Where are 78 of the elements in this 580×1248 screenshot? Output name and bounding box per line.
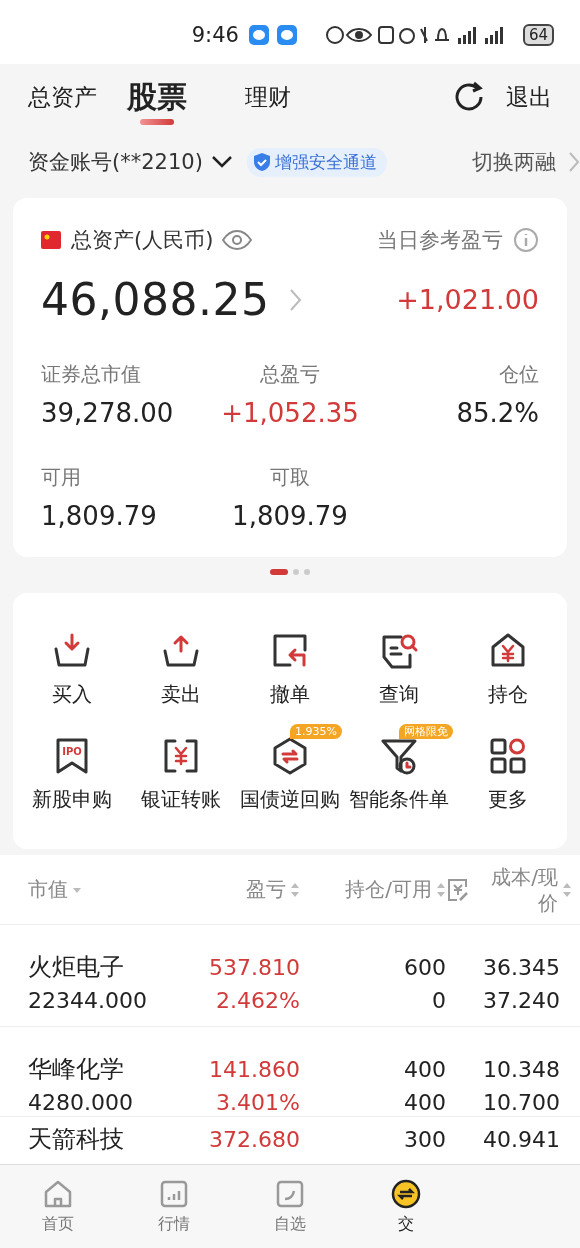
battery-level: 64 <box>522 24 554 46</box>
table-cell-text: 141.860 <box>208 1056 300 1084</box>
table-cell-text: 300 <box>403 1126 446 1154</box>
table-cell-text: 400 <box>403 1089 446 1117</box>
table-cell-text: 10.348 <box>482 1056 560 1084</box>
nav-tab[interactable]: 交 <box>348 1165 464 1248</box>
chevron-right-icon[interactable] <box>289 287 304 312</box>
status-time: 9:46 <box>191 23 239 47</box>
daily-pnl-value: +1,021.00 <box>396 284 539 315</box>
table-cell-text: 372.680 <box>208 1126 300 1154</box>
square-curve-icon <box>274 1178 306 1210</box>
account-selector[interactable]: 资金账号(**2210) <box>28 148 233 176</box>
stock-name: 华峰化学 <box>28 1054 125 1085</box>
menu-item[interactable]: 1.935% 国债逆回购 <box>235 722 345 813</box>
total-assets-value: 46,088.25 <box>41 274 270 325</box>
table-cell-text: 0 <box>431 987 446 1015</box>
table-cell-text: 37.240 <box>482 987 560 1015</box>
grid-icon <box>488 736 529 776</box>
stat-label: 可用 <box>41 464 81 491</box>
table-cell-text: 4280.000 <box>28 1089 134 1117</box>
table-cell-text: 537.810 <box>208 954 300 982</box>
header-tab[interactable]: 理财 <box>245 67 291 127</box>
ipo-label: IPO <box>61 746 82 757</box>
table-cell-text: 600 <box>403 954 446 982</box>
column-header[interactable]: 市值 <box>28 876 68 903</box>
stat-value: 1,809.79 <box>41 501 157 531</box>
menu-item[interactable]: IPO 新股申购 <box>17 722 127 813</box>
header-tab[interactable]: 总资产 <box>28 67 97 127</box>
table-cell-text: 40.941 <box>482 1126 560 1154</box>
menu-item[interactable]: 更多 <box>453 722 563 813</box>
menu-item[interactable]: 撤单 <box>235 617 345 708</box>
total-assets-label: 总资产(人民币) <box>71 227 214 254</box>
column-header[interactable]: 盈亏 <box>246 876 286 903</box>
table-cell-text: 400 <box>403 1056 446 1084</box>
stat-value: 85.2% <box>456 398 539 428</box>
stat-label: 仓位 <box>499 361 539 388</box>
menu-item[interactable]: 买入 <box>17 617 127 708</box>
trade-icon <box>390 1178 422 1210</box>
stock-name: 火炬电子 <box>28 952 125 983</box>
security-badge: 增强安全通道 <box>246 147 387 177</box>
chat-icon <box>248 25 269 45</box>
menu-item[interactable]: 银证转账 <box>126 722 236 813</box>
home-icon <box>42 1178 74 1210</box>
table-cell-text: 3.401% <box>215 1089 300 1117</box>
table-cell-text: 10.700 <box>482 1089 560 1117</box>
promo-badge: 网格限免 <box>399 724 454 739</box>
menu-item[interactable]: 持仓 <box>453 617 563 708</box>
info-icon[interactable] <box>513 227 539 253</box>
table-cell-text: 22344.000 <box>28 987 148 1015</box>
promo-badge: 1.935% <box>290 724 342 739</box>
column-header[interactable]: 成本/现价 <box>474 863 558 916</box>
column-header[interactable]: 持仓/可用 <box>345 876 432 903</box>
menu-item[interactable]: 卖出 <box>126 617 236 708</box>
bar-chart-icon <box>158 1178 190 1210</box>
stat-label: 总盈亏 <box>260 361 320 388</box>
table-cell-text: 36.345 <box>482 954 560 982</box>
menu-item[interactable]: 查询 <box>344 617 454 708</box>
eye-icon[interactable] <box>221 229 254 251</box>
stat-value: +1,052.35 <box>221 398 359 428</box>
stat-value: 1,809.79 <box>232 501 348 531</box>
daily-pnl-label: 当日参考盈亏 <box>377 227 503 254</box>
stat-label: 证券总市值 <box>41 361 141 388</box>
margin-switch-link[interactable]: 切换两融 <box>472 148 580 176</box>
stat-label: 可取 <box>270 464 310 491</box>
table-cell-text: 2.462% <box>215 987 300 1015</box>
yen-edit-icon[interactable] <box>446 876 470 903</box>
chat-icon <box>276 25 297 45</box>
stat-value: 39,278.00 <box>41 398 174 428</box>
flag-icon <box>41 231 61 249</box>
nav-tab[interactable]: 自选 <box>232 1165 348 1248</box>
logout-button[interactable]: 退出 <box>506 81 552 113</box>
menu-item[interactable]: 网格限免 智能条件单 <box>344 722 454 813</box>
chevron-down-icon <box>210 155 233 169</box>
stock-name: 天箭科技 <box>28 1124 125 1155</box>
header-tab[interactable]: 股票 <box>127 67 187 127</box>
nav-tab[interactable]: 首页 <box>0 1165 116 1248</box>
nav-tab[interactable]: 行情 <box>116 1165 232 1248</box>
chevron-right-icon <box>568 151 580 173</box>
